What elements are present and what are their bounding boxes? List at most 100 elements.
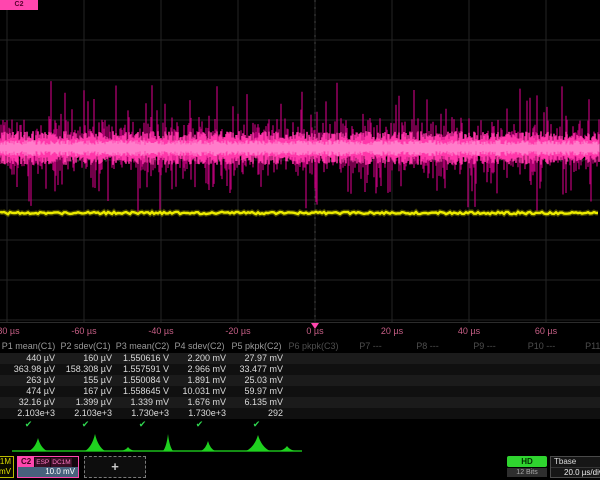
param-row-num: 2.103e+32.103e+31.730e+31.730e+3292 [0,408,600,419]
trigger-position-marker[interactable] [311,323,319,329]
param-value [456,364,513,375]
param-value: 440 µV [0,353,57,364]
param-header[interactable]: P9 --- [456,340,513,353]
channel-c1-descriptor[interactable]: DC1M 10.0 mV [0,456,14,478]
waveform-traces [0,0,600,322]
param-header[interactable]: P8 --- [399,340,456,353]
param-value [285,353,342,364]
param-value [342,408,399,419]
param-header[interactable]: P11 --- [570,340,600,353]
param-value: 10.031 mV [171,386,228,397]
param-value: 167 µV [57,386,114,397]
measurement-table: P1 mean(C1)P2 sdev(C1)P3 mean(C2)P4 sdev… [0,340,600,430]
param-value: 474 µV [0,386,57,397]
timebase-descriptor[interactable]: Tbase 20.0 µs/div [550,456,600,478]
time-tick-label: 40 µs [458,326,480,336]
param-value [456,353,513,364]
param-header[interactable]: P3 mean(C2) [114,340,171,353]
status-empty [285,419,342,430]
time-tick-label: -20 µs [225,326,250,336]
channel-c2-descriptor[interactable]: C2 ESP DC1M 10.0 mV [17,456,79,478]
param-value: 59.97 mV [228,386,285,397]
hd-bits-label: 12 Bits [507,468,547,477]
add-trace-button[interactable]: + [84,456,146,478]
param-row-max: 474 µV167 µV1.558645 V10.031 mV59.97 mV [0,386,600,397]
param-value: 2.103e+3 [0,408,57,419]
status-check-icon: ✔ [228,419,285,430]
time-axis: -80 µs-60 µs-40 µs-20 µs0 µs20 µs40 µs60… [0,322,600,339]
param-value [513,397,570,408]
oscilloscope-screen: C2 -80 µs-60 µs-40 µs-20 µs0 µs20 µs40 µ… [0,0,600,480]
param-value [342,364,399,375]
param-value [570,364,600,375]
param-value [456,408,513,419]
param-value [399,408,456,419]
param-header[interactable]: P4 sdev(C2) [171,340,228,353]
c2-esp-badge: ESP [35,458,50,467]
param-row-mean: 363.98 µV158.308 µV1.557591 V2.966 mV33.… [0,364,600,375]
param-value [342,375,399,386]
param-value [399,375,456,386]
param-value [513,408,570,419]
param-value: 1.891 mV [171,375,228,386]
param-value: 2.966 mV [171,364,228,375]
time-tick-label: 20 µs [381,326,403,336]
c2-label: C2 [18,457,34,467]
waveform-grid[interactable]: C2 [0,0,600,322]
param-value [570,408,600,419]
param-value [285,397,342,408]
timebase-scale: 20.0 µs/div [551,468,600,478]
param-header[interactable]: P1 mean(C1) [0,340,57,353]
param-row-value: 440 µV160 µV1.550616 V2.200 mV27.97 mV [0,353,600,364]
status-empty [399,419,456,430]
param-value [285,386,342,397]
param-header[interactable]: P7 --- [342,340,399,353]
param-value: 1.550084 V [114,375,171,386]
param-row-min: 263 µV155 µV1.550084 V1.891 mV25.03 mV [0,375,600,386]
status-check-icon: ✔ [0,419,57,430]
time-tick-label: -60 µs [71,326,96,336]
param-value: 1.558645 V [114,386,171,397]
hd-badge[interactable]: HD [507,456,547,467]
param-row-sdev: 32.16 µV1.399 µV1.339 mV1.676 mV6.135 mV [0,397,600,408]
c1-vertical-scale: 10.0 mV [0,467,13,477]
param-value [456,386,513,397]
hd-mode-cell[interactable]: HD 12 Bits [507,456,547,478]
param-value [456,375,513,386]
descriptor-bar: DC1M 10.0 mV C2 ESP DC1M 10.0 mV + HD 12… [0,455,600,480]
measurement-histogram [0,432,600,455]
param-value [285,364,342,375]
param-header[interactable]: P10 --- [513,340,570,353]
param-value: 1.676 mV [171,397,228,408]
param-value: 25.03 mV [228,375,285,386]
param-value [513,386,570,397]
param-header[interactable]: P2 sdev(C1) [57,340,114,353]
time-tick-label: -40 µs [148,326,173,336]
param-value: 33.477 mV [228,364,285,375]
param-value: 32.16 µV [0,397,57,408]
param-value [285,375,342,386]
status-check-icon: ✔ [114,419,171,430]
param-value: 2.103e+3 [57,408,114,419]
status-empty [456,419,513,430]
param-value [342,397,399,408]
param-value: 1.557591 V [114,364,171,375]
c2-vertical-scale: 10.0 mV [18,467,78,477]
param-value [513,364,570,375]
status-check-icon: ✔ [171,419,228,430]
param-value [513,375,570,386]
param-value [456,397,513,408]
param-value [399,353,456,364]
trace-label-c2[interactable]: C2 [0,0,38,10]
param-value: 1.730e+3 [171,408,228,419]
param-value: 1.399 µV [57,397,114,408]
param-value: 1.339 mV [114,397,171,408]
param-header[interactable]: P5 pkpk(C2) [228,340,285,353]
param-header[interactable]: P6 pkpk(C3) [285,340,342,353]
param-value [399,364,456,375]
param-value: 1.730e+3 [114,408,171,419]
param-value: 27.97 mV [228,353,285,364]
param-value [570,386,600,397]
param-value [342,386,399,397]
c1-coupling: DC1M [0,457,13,467]
